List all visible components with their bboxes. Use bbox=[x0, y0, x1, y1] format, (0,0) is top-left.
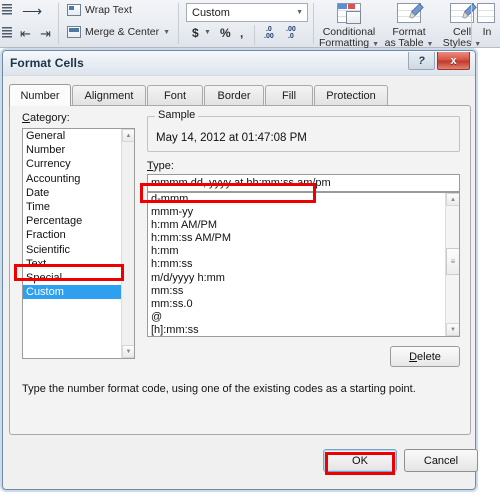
increase-indent-icon[interactable]: ⇥ bbox=[40, 26, 51, 42]
increase-decimal-top: .0 bbox=[265, 26, 272, 33]
conditional-formatting-icon bbox=[334, 2, 364, 26]
chevron-down-icon[interactable]: ▼ bbox=[426, 41, 433, 48]
category-item[interactable]: Accounting bbox=[23, 172, 134, 186]
delete-button-label: Delete bbox=[409, 350, 441, 363]
ribbon-group-wrap-merge: Wrap Text Merge & Center ▼ bbox=[62, 0, 180, 47]
decrease-decimal-top: .00 bbox=[286, 26, 296, 33]
type-listbox[interactable]: d-mmm mmm-yy h:mm AM/PM h:mm:ss AM/PM h:… bbox=[147, 192, 460, 337]
sample-value: May 14, 2012 at 01:47:08 PM bbox=[156, 132, 307, 144]
category-listbox[interactable]: General Number Currency Accounting Date … bbox=[22, 128, 135, 359]
conditional-formatting-label-2: Formatting ▼ bbox=[318, 37, 380, 49]
close-button[interactable]: x bbox=[437, 52, 470, 70]
merge-center-label: Merge & Center bbox=[85, 25, 160, 38]
insert-label: In bbox=[482, 26, 492, 38]
sample-legend: Sample bbox=[155, 109, 199, 121]
hint-text: Type the number format code, using one o… bbox=[22, 383, 416, 395]
merge-center-button[interactable]: Merge & Center ▼ bbox=[67, 26, 170, 38]
dialog-title-bar[interactable]: Format Cells ? x bbox=[3, 51, 475, 76]
tab-font[interactable]: Font bbox=[147, 85, 203, 105]
tab-fill[interactable]: Fill bbox=[265, 85, 313, 105]
insert-cells-button[interactable]: In bbox=[474, 2, 500, 38]
increase-decimal-bottom: .00 bbox=[264, 33, 274, 40]
category-item[interactable]: General bbox=[23, 129, 134, 143]
format-as-table-icon bbox=[394, 2, 424, 26]
category-item[interactable]: Scientific bbox=[23, 243, 134, 257]
scrollbar-thumb[interactable]: ≡ bbox=[446, 248, 459, 275]
scroll-down-icon[interactable]: ▼ bbox=[446, 323, 459, 336]
dialog-tab-strip: Number Alignment Font Border Fill Protec… bbox=[9, 84, 471, 106]
ribbon-group-cells: In bbox=[474, 0, 500, 47]
chevron-down-icon[interactable]: ▼ bbox=[163, 27, 170, 38]
increase-decimal-button[interactable]: .0 .00 bbox=[264, 26, 274, 40]
decrease-decimal-button[interactable]: .00 .0 bbox=[286, 26, 296, 40]
type-list-item[interactable]: h:mm bbox=[148, 245, 459, 258]
currency-button[interactable]: $ bbox=[192, 26, 199, 40]
scroll-up-icon[interactable]: ▲ bbox=[446, 193, 459, 206]
category-item[interactable]: Time bbox=[23, 200, 134, 214]
category-item[interactable]: Fraction bbox=[23, 228, 134, 242]
help-button[interactable]: ? bbox=[408, 52, 435, 70]
type-list-item[interactable]: mm:ss.0 bbox=[148, 298, 459, 311]
type-list-item[interactable]: mm:ss bbox=[148, 285, 459, 298]
scroll-up-icon[interactable]: ▲ bbox=[122, 129, 134, 142]
type-list-item[interactable]: mmm-yy bbox=[148, 206, 459, 219]
type-scrollbar[interactable]: ▲ ≡ ▼ bbox=[445, 193, 459, 336]
orientation-icon[interactable]: ⟶ bbox=[22, 3, 42, 20]
chevron-down-icon[interactable]: ▼ bbox=[372, 41, 379, 48]
type-list-item[interactable]: [h]:mm:ss bbox=[148, 324, 459, 336]
category-item[interactable]: Date bbox=[23, 186, 134, 200]
delete-button[interactable]: Delete bbox=[390, 346, 460, 367]
type-list-item[interactable]: @ bbox=[148, 311, 459, 324]
type-list-item[interactable]: h:mm:ss bbox=[148, 258, 459, 271]
wrap-text-button[interactable]: Wrap Text bbox=[67, 4, 132, 16]
conditional-formatting-button[interactable]: Conditional Formatting ▼ bbox=[318, 2, 380, 50]
ribbon-group-number: Custom ▼ $ ▼ % , .0 .00 .00 .0 bbox=[182, 0, 315, 47]
align-bottom-icon[interactable] bbox=[2, 26, 14, 38]
number-format-value: Custom bbox=[192, 6, 230, 19]
format-as-table-button[interactable]: Format as Table ▼ bbox=[382, 2, 436, 50]
tab-alignment[interactable]: Alignment bbox=[72, 85, 146, 105]
type-list-item[interactable]: m/d/yyyy h:mm bbox=[148, 272, 459, 285]
decrease-decimal-bottom: .0 bbox=[287, 33, 294, 40]
scroll-down-icon[interactable]: ▼ bbox=[122, 345, 134, 358]
tab-protection[interactable]: Protection bbox=[314, 85, 388, 105]
type-list-item[interactable]: h:mm AM/PM bbox=[148, 219, 459, 232]
wrap-text-icon bbox=[67, 4, 81, 16]
percent-style-button[interactable]: % bbox=[220, 26, 231, 40]
cell-styles-icon bbox=[447, 2, 477, 26]
merge-center-icon bbox=[67, 26, 81, 38]
cancel-button[interactable]: Cancel bbox=[404, 449, 478, 472]
dialog-title: Format Cells bbox=[10, 56, 84, 70]
type-list-item[interactable]: d-mmm bbox=[148, 193, 459, 206]
number-format-dropdown[interactable]: Custom ▼ bbox=[186, 3, 308, 22]
type-input[interactable]: mmmm dd, yyyy at hh:mm:ss am/pm bbox=[147, 174, 460, 192]
category-item[interactable]: Special bbox=[23, 271, 134, 285]
type-list-item[interactable]: h:mm:ss AM/PM bbox=[148, 232, 459, 245]
category-item-custom-selected[interactable]: Custom bbox=[23, 285, 134, 300]
tab-border[interactable]: Border bbox=[204, 85, 264, 105]
comma-style-button[interactable]: , bbox=[240, 26, 243, 40]
number-tab-panel: CCategory:ategory: General Number Curren… bbox=[9, 105, 471, 435]
brush-icon bbox=[409, 3, 424, 19]
align-left-icon[interactable] bbox=[2, 3, 14, 15]
category-item[interactable]: Percentage bbox=[23, 214, 134, 228]
tab-number[interactable]: Number bbox=[9, 84, 71, 106]
excel-ribbon-home: ⟶ ⇤ ⇥ Wrap Text Merge & Center ▼ Custom … bbox=[0, 0, 500, 50]
chevron-down-icon[interactable]: ▼ bbox=[296, 9, 303, 16]
category-item[interactable]: Currency bbox=[23, 157, 134, 171]
decrease-indent-icon[interactable]: ⇤ bbox=[20, 26, 31, 42]
chevron-down-icon[interactable]: ▼ bbox=[204, 29, 211, 36]
insert-cells-icon bbox=[477, 2, 497, 26]
ok-button[interactable]: OK bbox=[323, 449, 397, 472]
format-cells-dialog: Format Cells ? x Number Alignment Font B… bbox=[0, 48, 478, 492]
category-item[interactable]: Number bbox=[23, 143, 134, 157]
type-label: Type: bbox=[147, 160, 174, 172]
category-item[interactable]: Text bbox=[23, 257, 134, 271]
format-as-table-label-2: as Table ▼ bbox=[384, 37, 434, 49]
ribbon-group-styles: Conditional Formatting ▼ Format as Table… bbox=[316, 0, 481, 50]
wrap-text-label: Wrap Text bbox=[85, 3, 132, 16]
category-scrollbar[interactable]: ▲ ▼ bbox=[121, 129, 134, 358]
category-label: CCategory:ategory: bbox=[22, 112, 70, 124]
